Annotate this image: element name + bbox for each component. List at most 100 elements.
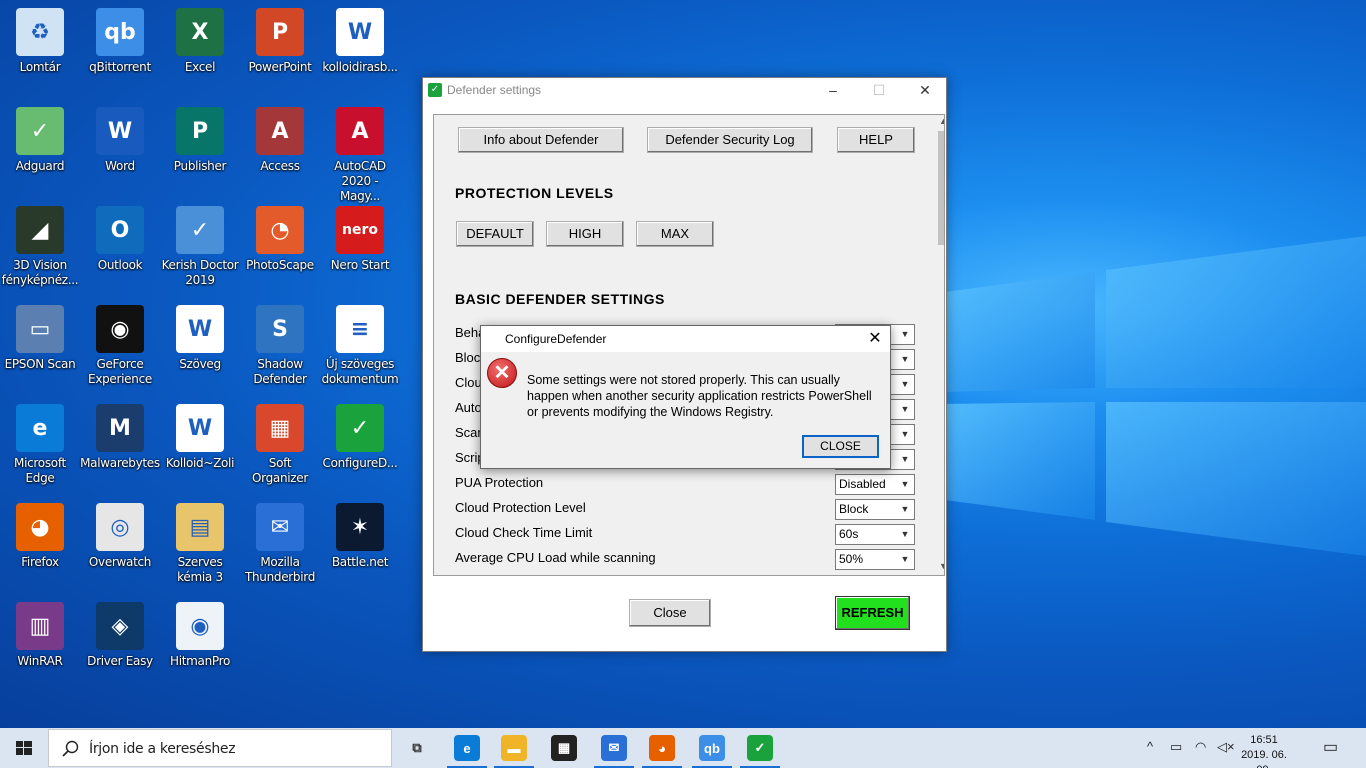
close-window-button[interactable]: ✕ <box>902 78 948 102</box>
desktop-icon[interactable]: e Microsoft Edge <box>0 404 80 486</box>
desktop-icon[interactable]: M Malwarebytes <box>80 404 160 471</box>
desktop-icon[interactable]: nero Nero Start <box>320 206 400 273</box>
desktop-icon[interactable]: ◕ Firefox <box>0 503 80 570</box>
setting-dropdown[interactable]: Block ▼ <box>835 499 915 520</box>
setting-dropdown[interactable]: 50% ▼ <box>835 549 915 570</box>
desktop-icon-label: Word <box>105 159 135 173</box>
desktop-icon[interactable]: O Outlook <box>80 206 160 273</box>
battlenet-icon: ✶ <box>336 503 384 551</box>
desktop-icon[interactable]: ◎ Overwatch <box>80 503 160 570</box>
desktop-icon[interactable]: P Publisher <box>160 107 240 174</box>
scroll-down-icon[interactable]: ▼ <box>939 561 944 571</box>
clock[interactable]: 16:51 2019. 06. 09. <box>1234 733 1294 768</box>
desktop-icon-label: PhotoScape <box>246 258 314 272</box>
title-bar[interactable]: ✓ Defender settings – ☐ ✕ <box>423 78 946 102</box>
desktop-icon[interactable]: ✓ Kerish Doctor 2019 <box>160 206 240 288</box>
taskbar-app-button[interactable]: qb <box>688 728 736 768</box>
default-level-button[interactable]: DEFAULT <box>456 221 534 247</box>
desktop-icon[interactable]: P PowerPoint <box>240 8 320 75</box>
chevron-down-icon: ▼ <box>900 554 910 564</box>
desktop-icon[interactable]: S Shadow Defender <box>240 305 320 387</box>
start-button[interactable] <box>0 728 48 768</box>
taskbar-app-button[interactable]: ⧉ <box>393 728 441 768</box>
info-about-defender-button[interactable]: Info about Defender <box>458 127 624 153</box>
scroll-up-icon[interactable]: ▲ <box>939 116 944 126</box>
setting-value: 60s <box>839 527 859 541</box>
battery-icon[interactable]: ▭ <box>1170 739 1182 755</box>
taskbar-app-button[interactable]: ✓ <box>736 728 784 768</box>
defender-security-log-button[interactable]: Defender Security Log <box>647 127 813 153</box>
desktop-icon[interactable]: ◢ 3D Vision fényképnéz... <box>0 206 80 288</box>
dialog-title-bar[interactable]: ConfigureDefender ✕ <box>481 326 890 352</box>
notifications-icon[interactable]: ▭ <box>1323 737 1338 757</box>
desktop-icon[interactable]: ✓ ConfigureD... <box>320 404 400 471</box>
desktop-icon[interactable]: A AutoCAD 2020 - Magy... <box>320 107 400 204</box>
qbittorrent-icon: qb <box>96 8 144 56</box>
taskbar-search-box[interactable]: Írjon ide a kereséshez <box>48 729 392 767</box>
chevron-down-icon: ▼ <box>900 529 910 539</box>
close-button[interactable]: Close <box>629 599 711 627</box>
task-view-icon: ⧉ <box>412 740 422 755</box>
desktop-icon[interactable]: ◈ Driver Easy <box>80 602 160 669</box>
edge-icon: e <box>454 735 480 761</box>
firefox-icon: ◕ <box>649 735 675 761</box>
desktop-icon[interactable]: ◉ HitmanPro <box>160 602 240 669</box>
desktop-icon[interactable]: ◔ PhotoScape <box>240 206 320 273</box>
thunderbird-icon: ✉ <box>601 735 627 761</box>
desktop-icon[interactable]: Wkolloidirasb... <box>320 8 400 75</box>
desktop-icon[interactable]: ▦ Soft Organizer <box>240 404 320 486</box>
dialog-close-button[interactable]: CLOSE <box>802 435 879 458</box>
folder-icon: ▤ <box>176 503 224 551</box>
setting-dropdown[interactable]: 60s ▼ <box>835 524 915 545</box>
desktop-icon[interactable]: W Szöveg <box>160 305 240 372</box>
desktop-icon[interactable]: ▭ EPSON Scan <box>0 305 80 372</box>
desktop-icon[interactable]: ♻ Lomtár <box>0 8 80 75</box>
scrollbar-thumb[interactable] <box>938 131 944 245</box>
desktop-icon[interactable]: W Kolloid~Zoli <box>160 404 240 471</box>
refresh-button[interactable]: REFRESH <box>835 596 910 630</box>
max-level-button[interactable]: MAX <box>636 221 714 247</box>
setting-value: 50% <box>839 552 864 566</box>
maximize-button[interactable]: ☐ <box>856 78 902 102</box>
wifi-icon[interactable]: ◠ <box>1195 739 1206 755</box>
desktop-icon[interactable]: X Excel <box>160 8 240 75</box>
show-hidden-icons-chevron-icon[interactable]: ^ <box>1147 739 1153 754</box>
desktop-icon[interactable]: W Word <box>80 107 160 174</box>
taskbar-app-button[interactable]: e <box>443 728 491 768</box>
setting-value: Disabled <box>839 477 886 491</box>
desktop-icon-label: Excel <box>184 60 216 74</box>
chevron-down-icon: ▼ <box>900 404 910 414</box>
dialog-close-icon[interactable]: ✕ <box>860 326 890 352</box>
desktop-icon-label: Malwarebytes <box>80 456 160 470</box>
high-level-button[interactable]: HIGH <box>546 221 624 247</box>
desktop-icon[interactable]: ▥ WinRAR <box>0 602 80 669</box>
soft-organizer-icon: ▦ <box>256 404 304 452</box>
malwarebytes-icon: M <box>96 404 144 452</box>
desktop-icon[interactable]: ✓ Adguard <box>0 107 80 174</box>
desktop-icon[interactable]: A Access <box>240 107 320 174</box>
setting-label: Average CPU Load while scanning <box>455 550 656 565</box>
desktop-icon[interactable]: ✶ Battle.net <box>320 503 400 570</box>
minimize-button[interactable]: – <box>810 78 856 102</box>
qbittorrent-icon: qb <box>699 735 725 761</box>
configuredefender-icon: ✓ <box>428 83 442 97</box>
setting-dropdown[interactable]: Disabled ▼ <box>835 474 915 495</box>
desktop-icon[interactable]: ≡ Új szöveges dokumentum <box>320 305 400 387</box>
taskbar-app-button[interactable]: ✉ <box>590 728 638 768</box>
taskbar-app-button[interactable]: ▦ <box>540 728 588 768</box>
window-title: Defender settings <box>447 83 542 97</box>
taskbar-app-button[interactable]: ◕ <box>638 728 686 768</box>
setting-label: Clou <box>455 375 482 390</box>
desktop-icon[interactable]: ✉ Mozilla Thunderbird <box>240 503 320 585</box>
help-button[interactable]: HELP <box>837 127 915 153</box>
desktop-icon[interactable]: qb qBittorrent <box>80 8 160 75</box>
word-document-icon: W <box>176 404 224 452</box>
desktop-icon[interactable]: ◉ GeForce Experience <box>80 305 160 387</box>
desktop-icon[interactable]: ▤ Szerves kémia 3 <box>160 503 240 585</box>
firefox-icon: ◕ <box>16 503 64 551</box>
chevron-down-icon: ▼ <box>900 354 910 364</box>
vertical-scrollbar[interactable]: ▲ ▼ <box>936 115 944 575</box>
taskbar-app-button[interactable]: ▬ <box>490 728 538 768</box>
volume-muted-icon[interactable]: ◁× <box>1217 739 1235 755</box>
store-icon: ▦ <box>551 735 577 761</box>
